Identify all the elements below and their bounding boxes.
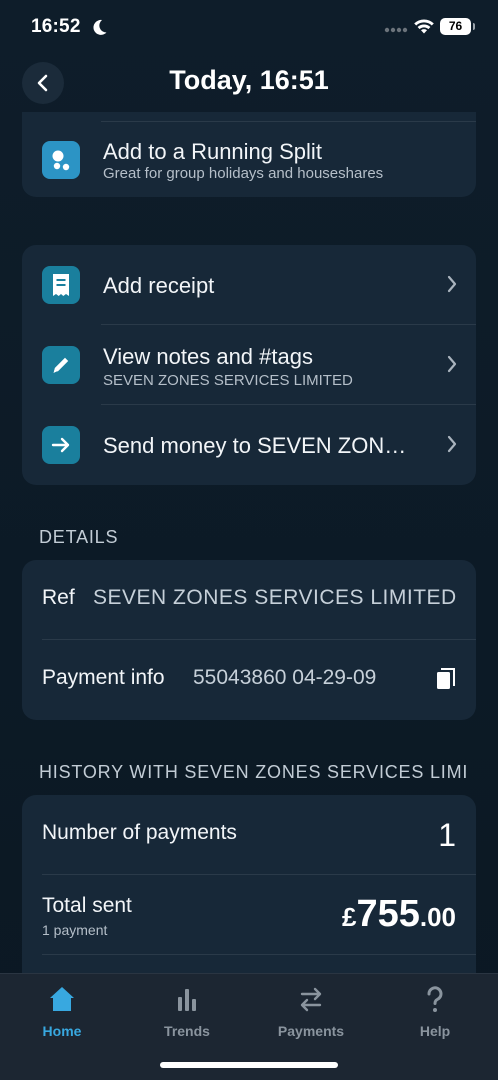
total-sent-row: Total sent 1 payment £755.00 [22, 875, 476, 955]
nav-bar: Today, 16:51 [0, 56, 498, 112]
details-header: DETAILS [39, 527, 119, 547]
tab-home[interactable]: Home [12, 984, 112, 1039]
tab-help-label: Help [419, 1023, 451, 1039]
total-sent-label: Total sent [42, 894, 132, 917]
payment-count-value: 1 [438, 817, 456, 853]
pencil-icon [53, 357, 69, 373]
copy-icon[interactable] [436, 667, 456, 691]
bar-chart-icon [178, 989, 196, 1011]
payment-count-row: Number of payments 1 [22, 795, 476, 875]
receipt-icon [53, 274, 69, 296]
question-mark-icon [427, 986, 443, 1012]
amount-major: 755 [356, 893, 420, 935]
view-notes-row[interactable]: View notes and #tags SEVEN ZONES SERVICE… [22, 325, 476, 405]
wifi-icon [414, 19, 434, 34]
payment-info-value: 55043860 04-29-09 [193, 666, 377, 689]
home-icon [50, 987, 74, 1011]
history-header: HISTORY WITH SEVEN ZONES SERVICES LIMI [39, 762, 469, 782]
send-money-row[interactable]: Send money to SEVEN ZON… [22, 405, 476, 485]
ref-row: Ref SEVEN ZONES SERVICES LIMITED [22, 560, 476, 640]
chevron-right-icon [447, 275, 457, 293]
payment-count-label: Number of payments [42, 821, 237, 844]
tab-trends-label: Trends [164, 1023, 210, 1039]
amount-minor: .00 [419, 902, 456, 932]
transfer-arrows-icon [300, 987, 322, 1012]
tab-payments[interactable]: Payments [261, 984, 361, 1039]
split-icon-box [42, 141, 80, 179]
ref-label: Ref [42, 586, 75, 609]
add-receipt-row[interactable]: Add receipt [22, 245, 476, 325]
add-receipt-label: Add receipt [103, 273, 215, 298]
group-split-icon [52, 150, 70, 171]
receipt-icon-box [42, 266, 80, 304]
tab-help[interactable]: Help [385, 984, 485, 1039]
split-title: Add to a Running Split [103, 139, 322, 164]
page-title: Today, 16:51 [169, 65, 329, 95]
screen: 16:52 76 Today, 16:51 Add to a Running S… [0, 0, 498, 1080]
actions-card: Add receipt View notes and #tags SEVEN Z… [22, 245, 476, 485]
tab-trends[interactable]: Trends [137, 984, 237, 1039]
pencil-icon-box [42, 346, 80, 384]
view-notes-subtitle: SEVEN ZONES SERVICES LIMITED [103, 372, 353, 389]
payment-info-row: Payment info 55043860 04-29-09 [22, 640, 476, 720]
battery-icon: 76 [440, 18, 475, 35]
send-money-label: Send money to SEVEN ZON… [103, 433, 407, 458]
total-sent-subtitle: 1 payment [42, 922, 108, 938]
arrow-right-icon [51, 437, 70, 453]
arrow-icon-box [42, 426, 80, 464]
details-card: Ref SEVEN ZONES SERVICES LIMITED Payment… [22, 560, 476, 720]
chevron-right-icon [447, 435, 457, 453]
row-divider [42, 954, 476, 955]
tab-home-label: Home [42, 1023, 82, 1039]
status-bar: 16:52 76 [0, 0, 498, 56]
home-indicator [160, 1062, 338, 1068]
total-sent-amount: £755.00 [342, 893, 456, 936]
status-time: 16:52 [31, 16, 81, 37]
chevron-right-icon [447, 355, 457, 373]
ref-value: SEVEN ZONES SERVICES LIMITED [93, 586, 457, 609]
split-subtitle: Great for group holidays and houseshares [103, 165, 384, 182]
cellular-signal-icon [384, 27, 408, 33]
moon-icon [93, 19, 107, 35]
running-split-row[interactable]: Add to a Running Split Great for group h… [22, 112, 476, 197]
tab-payments-label: Payments [277, 1023, 345, 1039]
split-card: Add to a Running Split Great for group h… [22, 112, 476, 197]
currency-symbol: £ [341, 902, 357, 932]
payment-info-label: Payment info [42, 666, 165, 689]
view-notes-label: View notes and #tags [103, 344, 313, 369]
history-card: Number of payments 1 Total sent 1 paymen… [22, 795, 476, 985]
